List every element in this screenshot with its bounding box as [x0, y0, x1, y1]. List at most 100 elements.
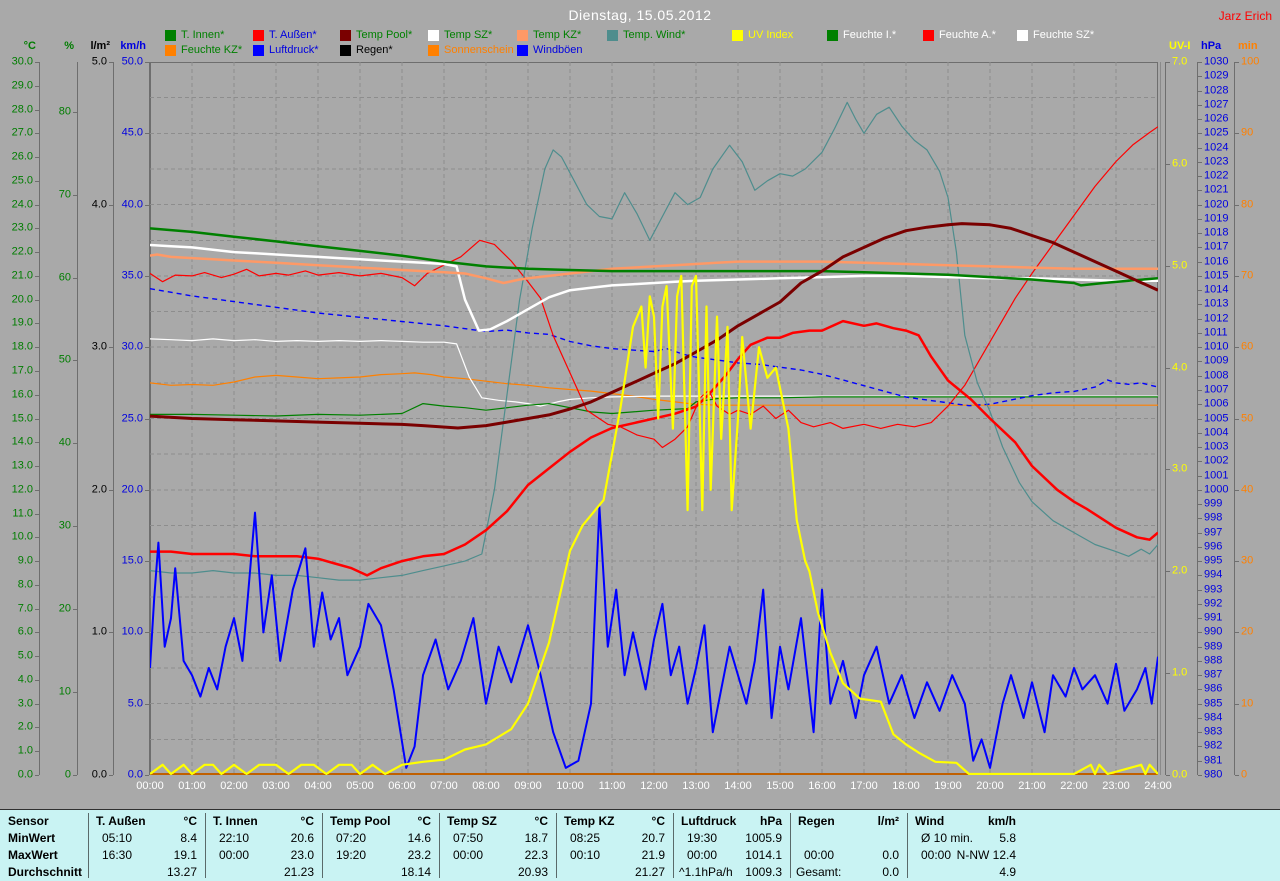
axis-tick — [35, 632, 39, 634]
axis-tick-label: 989 — [1204, 640, 1223, 653]
axis-tick-label: 990 — [1204, 625, 1223, 638]
axis-tick-label: 0.0 — [17, 768, 33, 781]
table-max-value: 22.3 — [524, 848, 548, 862]
axis-tick — [1235, 561, 1239, 563]
axis-tick — [35, 109, 39, 111]
x-axis-tick-label: 10:00 — [556, 780, 584, 792]
axis-tick-label: 6.0 — [1172, 157, 1188, 170]
axis-tick-label: 981 — [1204, 754, 1223, 767]
legend-label: Temp. Wind* — [623, 29, 686, 41]
axis-tick-label: 0.0 — [1172, 768, 1188, 781]
legend-swatch-icon — [827, 29, 838, 41]
axis-tick — [1235, 489, 1239, 491]
axis-tick-label: 1.0 — [1172, 666, 1188, 679]
chart-plot — [150, 62, 1158, 775]
axis-tick-label: 1001 — [1204, 469, 1229, 482]
axis-tick-label: 25.0 — [121, 412, 143, 424]
x-axis-tick-label: 16:00 — [808, 780, 836, 792]
axis-tick — [1166, 775, 1170, 776]
axis-tick-label: 984 — [1204, 711, 1223, 724]
legend-label: T. Innen* — [181, 29, 225, 41]
axis-tick — [109, 775, 113, 776]
axis-tick-label: 1013 — [1204, 297, 1229, 310]
axis-tick-label: 6.0 — [17, 625, 33, 638]
axis-tick-label: 1003 — [1204, 440, 1229, 453]
axis-tick — [1198, 418, 1202, 420]
axis-tick — [73, 360, 77, 362]
table-col-unit: °C — [651, 814, 665, 828]
axis-tick-label: 3.0 — [1172, 462, 1188, 475]
table-separator — [907, 813, 908, 878]
axis-tick — [1198, 760, 1202, 762]
axis-header-label: UV-I — [1169, 40, 1191, 52]
legend-item: Windböen — [517, 44, 583, 56]
x-axis-tick-label: 21:00 — [1018, 780, 1046, 792]
axis-tick-label: 22.0 — [11, 245, 33, 258]
axis-tick — [35, 775, 39, 776]
axis-tick — [1198, 90, 1202, 92]
axis-tick — [1198, 646, 1202, 648]
axis-tick-label: 20 — [58, 602, 71, 615]
axis-tick-label: 2.0 — [91, 483, 107, 496]
axis-tick-label: 1029 — [1204, 69, 1229, 82]
axis-tick — [35, 204, 39, 206]
axis-tick — [1198, 746, 1202, 748]
legend-item: Temp KZ* — [517, 29, 581, 41]
axis-tick — [1198, 204, 1202, 206]
axis-tick-label: 80 — [1241, 198, 1254, 211]
legend-item: Sonnenschein — [428, 44, 514, 56]
axis-tick-label: 2.0 — [17, 720, 33, 733]
table-max-value: 1014.1 — [745, 848, 782, 862]
axis-tick — [109, 62, 113, 63]
axis-tick-label: 4.0 — [91, 198, 107, 211]
axis-tick — [1166, 265, 1170, 267]
axis-tick-label: 1004 — [1204, 426, 1229, 439]
legend-swatch-icon — [1017, 29, 1028, 41]
axis-tick-label: 35.0 — [121, 269, 143, 282]
axis-tick — [145, 275, 149, 277]
axis-tick-label: 70 — [1241, 269, 1254, 282]
axis-tick — [1198, 275, 1202, 277]
legend-swatch-icon — [253, 44, 264, 56]
table-col-unit: °C — [417, 814, 431, 828]
axis-tick-label: 988 — [1204, 654, 1223, 667]
axis-tick-label: 18.0 — [11, 340, 33, 353]
table-avg-value: 21.23 — [283, 865, 314, 879]
legend-swatch-icon — [428, 44, 439, 56]
table-max-value: 21.9 — [641, 848, 665, 862]
x-axis-tick-label: 05:00 — [346, 780, 374, 792]
axis-tick-label: 1006 — [1204, 397, 1229, 410]
axis-tick-label: 8.0 — [17, 578, 33, 591]
table-max-value: 23.2 — [407, 848, 431, 862]
table-max-value: 0.0 — [882, 848, 899, 862]
legend-label: Feuchte I.* — [843, 29, 897, 41]
x-axis-tick-label: 12:00 — [640, 780, 668, 792]
x-axis-tick-label: 07:00 — [430, 780, 458, 792]
axis-tick — [1198, 732, 1202, 734]
axis-tick — [1198, 432, 1202, 434]
axis-tick-label: 30.0 — [11, 55, 33, 68]
legend-item: Feuchte I.* — [827, 29, 896, 41]
axis-tick — [109, 347, 113, 349]
axis-tick-label: 998 — [1204, 511, 1223, 524]
axis-tick-label: 986 — [1204, 682, 1223, 695]
x-axis-tick-label: 24:00 — [1144, 780, 1172, 792]
axis-tick — [1166, 469, 1170, 471]
axis-tick-label: 1012 — [1204, 312, 1229, 325]
axis-tick-label: 11.0 — [12, 507, 33, 520]
axis-tick-label: 1017 — [1204, 240, 1229, 253]
table-row-label: Durchschnitt — [8, 865, 83, 879]
axis-header-label: l/m² — [90, 40, 110, 52]
axis-tick — [35, 228, 39, 230]
axis-tick — [35, 252, 39, 254]
axis-tick-label: 994 — [1204, 568, 1223, 581]
axis-line — [113, 62, 114, 775]
axis-tick-label: 21.0 — [11, 269, 33, 282]
axis-tick — [35, 703, 39, 705]
axis-tick — [35, 133, 39, 135]
table-col-unit: °C — [300, 814, 314, 828]
table-min-value: 20.6 — [290, 831, 314, 845]
axis-tick-label: 980 — [1204, 768, 1223, 781]
axis-tick — [1198, 147, 1202, 149]
legend-swatch-icon — [165, 44, 176, 56]
